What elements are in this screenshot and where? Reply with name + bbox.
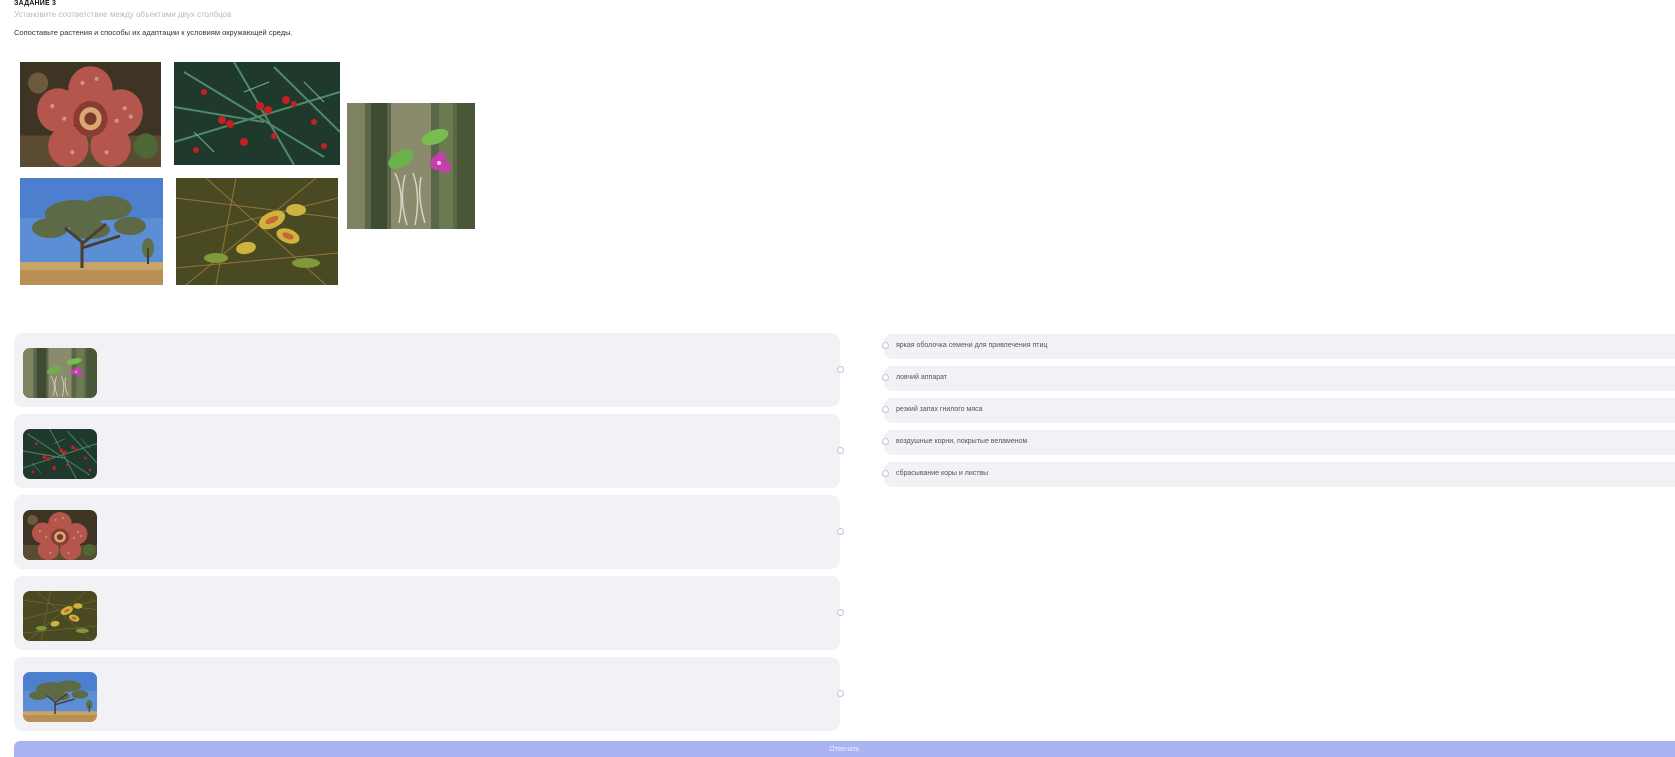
eucalyptus-tree-photo [20, 178, 163, 285]
right-option-label: яркая оболочка семени для привлечения пт… [896, 342, 1048, 349]
yew-berries-photo [174, 62, 340, 165]
left-connector-1[interactable] [837, 366, 844, 373]
right-connector-4[interactable] [882, 438, 889, 445]
left-item-flytrap[interactable] [14, 576, 844, 650]
right-connector-1[interactable] [882, 342, 889, 349]
left-item-rafflesia[interactable] [14, 495, 844, 569]
orchid-on-tree-photo [347, 103, 475, 229]
right-connector-2[interactable] [882, 374, 889, 381]
right-connector-5[interactable] [882, 470, 889, 477]
left-connector-5[interactable] [837, 690, 844, 697]
task-subtitle: Установите соответствие между объектами … [14, 10, 232, 19]
right-option-5[interactable]: сбрасывание коры и листвы [882, 462, 1675, 487]
left-item-eucalyptus[interactable] [14, 657, 844, 731]
task-page: ЗАДАНИЕ 3 Установите соответствие между … [0, 0, 1675, 757]
rafflesia-photo [20, 62, 161, 167]
left-connector-2[interactable] [837, 447, 844, 454]
right-option-1[interactable]: яркая оболочка семени для привлечения пт… [882, 334, 1675, 359]
flytrap-thumbnail [23, 591, 97, 641]
right-option-label: ловчий аппарат [896, 374, 948, 381]
submit-button[interactable]: Отвечать [14, 741, 1675, 757]
rafflesia-thumbnail [23, 510, 97, 560]
yew-thumbnail [23, 429, 97, 479]
right-option-label: сбрасывание коры и листвы [896, 470, 989, 477]
left-item-orchid[interactable] [14, 333, 844, 407]
left-connector-3[interactable] [837, 528, 844, 535]
right-option-label: воздушные корни, покрытые веламеном [896, 438, 1028, 445]
task-instruction: Сопоставьте растения и способы их адапта… [14, 28, 293, 37]
eucalyptus-thumbnail [23, 672, 97, 722]
venus-flytrap-photo [176, 178, 338, 285]
right-option-3[interactable]: резкий запах гнилого мяса [882, 398, 1675, 423]
left-item-yew[interactable] [14, 414, 844, 488]
right-option-4[interactable]: воздушные корни, покрытые веламеном [882, 430, 1675, 455]
orchid-thumbnail [23, 348, 97, 398]
right-connector-3[interactable] [882, 406, 889, 413]
task-title: ЗАДАНИЕ 3 [14, 0, 57, 7]
left-connector-4[interactable] [837, 609, 844, 616]
right-option-2[interactable]: ловчий аппарат [882, 366, 1675, 391]
right-option-label: резкий запах гнилого мяса [896, 406, 983, 413]
